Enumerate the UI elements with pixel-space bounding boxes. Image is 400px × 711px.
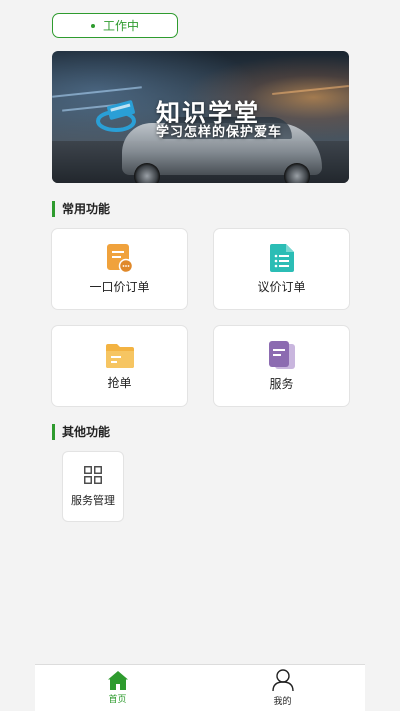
light-streak bbox=[272, 84, 349, 96]
fixed-price-order-label: 一口价订单 bbox=[89, 279, 150, 294]
tab-home[interactable]: 首页 bbox=[35, 665, 200, 711]
tab-mine-label: 我的 bbox=[273, 697, 292, 707]
grab-order-label: 抢单 bbox=[107, 375, 132, 390]
service-management-label: 服务管理 bbox=[71, 493, 115, 507]
tab-home-label: 首页 bbox=[108, 695, 127, 705]
car-wheel bbox=[284, 163, 310, 183]
bargain-order-icon bbox=[269, 243, 294, 272]
work-status-label: 工作中 bbox=[102, 19, 139, 33]
bargain-order-button[interactable]: 议价订单 bbox=[213, 228, 350, 310]
knowledge-banner[interactable]: 知识学堂 学习怎样的保护爱车 bbox=[52, 51, 349, 183]
light-streak bbox=[52, 86, 142, 98]
section-title-common: 常用功能 bbox=[52, 201, 110, 217]
car-wheel bbox=[134, 163, 160, 183]
status-dot-icon bbox=[90, 23, 95, 28]
section-title-other: 其他功能 bbox=[52, 424, 110, 440]
book-logo-icon bbox=[96, 100, 136, 132]
user-icon bbox=[271, 669, 294, 692]
fixed-price-order-button[interactable]: 一口价订单 bbox=[51, 228, 188, 310]
service-management-button[interactable]: 服务管理 bbox=[62, 451, 124, 522]
grab-order-icon bbox=[105, 343, 134, 368]
bargain-order-label: 议价订单 bbox=[257, 279, 306, 294]
tab-mine[interactable]: 我的 bbox=[200, 665, 365, 711]
fixed-price-order-icon bbox=[106, 243, 133, 272]
grid-icon bbox=[84, 465, 102, 484]
service-icon bbox=[268, 340, 295, 369]
service-button[interactable]: 服务 bbox=[213, 325, 350, 407]
home-page: 工作中 知识学堂 学习怎样的保护爱车 常用功能 一口价订单 议价订单 抢单 服务… bbox=[0, 0, 400, 711]
grab-order-button[interactable]: 抢单 bbox=[51, 325, 188, 407]
service-label: 服务 bbox=[269, 376, 294, 391]
home-icon bbox=[107, 671, 128, 690]
bottom-tab-bar: 首页 我的 bbox=[35, 664, 365, 711]
banner-subtitle: 学习怎样的保护爱车 bbox=[156, 125, 283, 140]
work-status-button[interactable]: 工作中 bbox=[52, 13, 178, 38]
